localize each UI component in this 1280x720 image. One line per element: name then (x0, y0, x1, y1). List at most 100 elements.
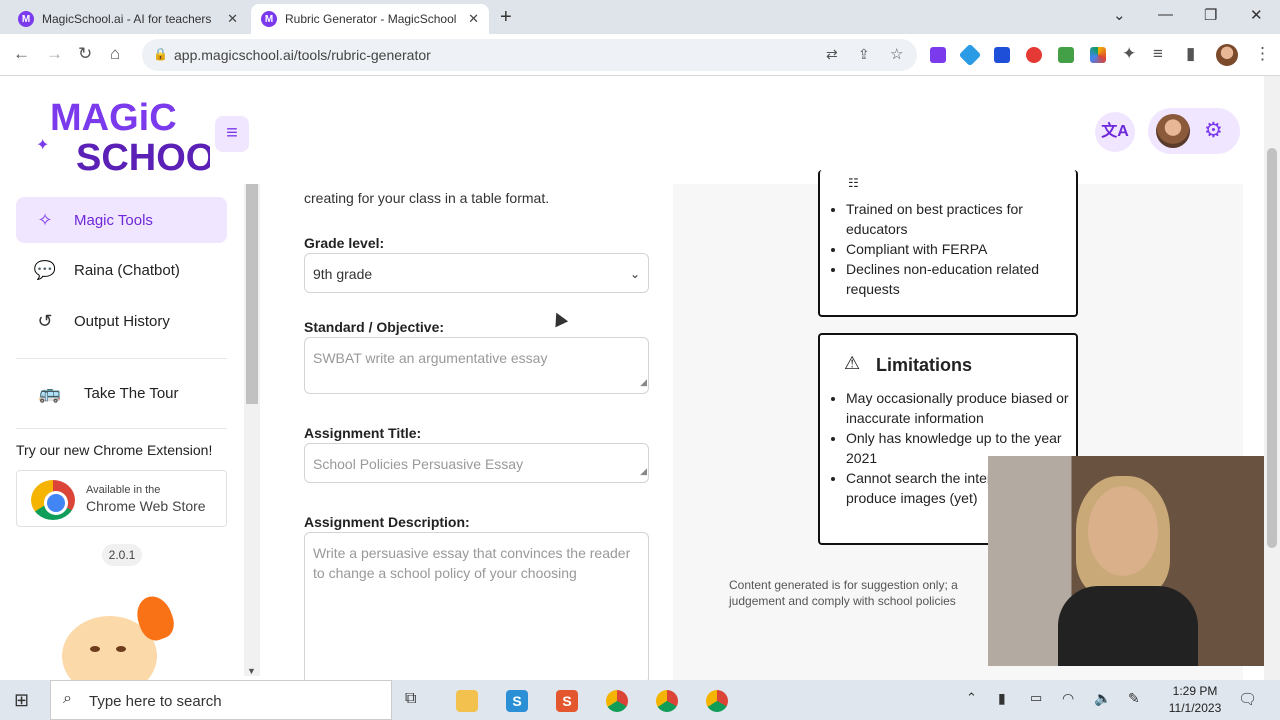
extensions-puzzle-icon[interactable]: ✦ (1122, 44, 1136, 64)
gear-icon[interactable]: ⚙ (1204, 118, 1223, 143)
wifi-icon[interactable]: ◠ (1062, 690, 1074, 707)
sidebar-scrollbar-thumb[interactable] (246, 184, 258, 404)
restore-window-button[interactable]: ❐ (1204, 6, 1217, 24)
extension-green-icon[interactable] (1058, 47, 1074, 63)
extension-prompt: Try our new Chrome Extension! (16, 442, 213, 458)
sparkles-icon: ✧ (37, 209, 53, 230)
page-scrollbar[interactable] (1264, 76, 1280, 680)
extension-red-icon[interactable] (1026, 47, 1042, 63)
sidebar-scrollbar[interactable]: ▼ (244, 184, 260, 676)
scroll-down-icon[interactable]: ▼ (247, 666, 256, 676)
resize-handle-icon[interactable]: ◢ (640, 461, 647, 481)
new-tab-button[interactable]: + (500, 6, 512, 29)
logo-line2: SCHOOL (76, 137, 210, 176)
pen-icon[interactable]: ✎ (1128, 690, 1140, 707)
windows-start-icon[interactable]: ⊞ (14, 690, 29, 711)
hamburger-icon: ≡ (226, 122, 238, 144)
close-window-button[interactable]: ✕ (1250, 6, 1263, 24)
windows-taskbar: ⊞ ⌕ Type here to search ⧉ S S ⌃ ▮ ▭ ◠ 🔈 … (0, 680, 1280, 720)
assignment-title-label: Assignment Title: (304, 425, 422, 441)
minimize-window-button[interactable]: — (1158, 6, 1173, 23)
profile-avatar[interactable] (1216, 44, 1238, 66)
user-menu[interactable]: ⚙ (1148, 108, 1240, 154)
sidebar-item-magic-tools[interactable]: ✧ Magic Tools (16, 197, 227, 243)
clock-date: 11/1/2023 (1168, 701, 1222, 715)
disclaimer-text: Content generated is for suggestion only… (729, 577, 1029, 609)
home-icon[interactable]: ⌂ (110, 44, 120, 64)
forward-icon[interactable]: → (46, 44, 63, 64)
mascot-illustration (50, 596, 190, 680)
translate-icon: 文A (1101, 123, 1129, 140)
sidebar-divider (16, 358, 227, 359)
standard-objective-input[interactable]: SWBAT write an argumentative essay ◢ (304, 337, 649, 394)
reading-list-icon[interactable]: ≡ (1153, 44, 1163, 64)
translate-button[interactable]: 文A (1095, 112, 1135, 152)
side-panel-icon[interactable]: ▮ (1186, 44, 1195, 64)
standard-objective-placeholder: SWBAT write an argumentative essay (313, 350, 548, 366)
hamburger-menu-button[interactable]: ≡ (215, 116, 249, 152)
address-bar[interactable]: 🔒 app.magicschool.ai/tools/rubric-genera… (142, 39, 917, 71)
system-clock[interactable]: 1:29 PM 11/1/2023 (1160, 683, 1230, 717)
grade-level-select[interactable]: 9th grade ⌄ (304, 253, 649, 293)
url-text[interactable]: app.magicschool.ai/tools/rubric-generato… (174, 47, 431, 63)
assignment-description-placeholder: Write a persuasive essay that convinces … (313, 545, 631, 581)
snagit-blue-icon[interactable]: S (506, 690, 528, 712)
browser-address-row: ← → ↻ ⌂ 🔒 app.magicschool.ai/tools/rubri… (0, 34, 1280, 76)
grade-level-label: Grade level: (304, 235, 385, 251)
version-badge: 2.0.1 (102, 544, 142, 566)
extension-diamond-icon[interactable] (958, 43, 982, 67)
browser-menu-icon[interactable]: ⋮ (1254, 44, 1271, 64)
notifications-icon[interactable]: 🗨 (1238, 690, 1257, 708)
warning-icon: ⚠ (844, 353, 861, 373)
assignment-title-placeholder: School Policies Persuasive Essay (313, 456, 524, 472)
show-hidden-icons-icon[interactable]: ⌃ (966, 690, 977, 706)
sidebar-item-label: Raina (Chatbot) (74, 261, 180, 279)
page-scrollbar-thumb[interactable] (1267, 148, 1277, 548)
close-tab-icon[interactable]: ✕ (227, 11, 238, 27)
task-view-icon[interactable]: ⧉ (405, 690, 416, 708)
browser-tab-magicschool[interactable]: M MagicSchool.ai - AI for teachers ✕ (8, 4, 248, 34)
browser-tab-rubric-generator[interactable]: M Rubric Generator - MagicSchool ✕ (251, 4, 489, 34)
reload-icon[interactable]: ↻ (78, 44, 92, 64)
chrome-taskbar-icon[interactable] (606, 690, 628, 712)
limitation-item: May occasionally produce biased or inacc… (846, 388, 1076, 428)
sidebar-item-output-history[interactable]: ↺ Output History (16, 298, 227, 344)
extension-colorful-icon[interactable] (1090, 47, 1106, 63)
file-explorer-icon[interactable] (456, 690, 478, 712)
benefit-item: Trained on best practices for educators (846, 199, 1076, 239)
extension-blue-icon[interactable] (994, 47, 1010, 63)
resize-handle-icon[interactable]: ◢ (640, 372, 647, 392)
tab-title: Rubric Generator - MagicSchool (285, 12, 457, 26)
share-icon[interactable]: ⇪ (858, 46, 870, 63)
translate-page-icon[interactable]: ⇄ (826, 46, 838, 63)
tool-description: creating for your class in a table forma… (304, 190, 550, 206)
magicschool-logo[interactable]: MAGiC SCHOOL ✦ (34, 94, 239, 179)
battery-icon[interactable]: ▭ (1030, 690, 1042, 706)
clock-time: 1:29 PM (1172, 684, 1218, 698)
assignment-title-input[interactable]: School Policies Persuasive Essay ◢ (304, 443, 649, 483)
chrome-taskbar-icon[interactable] (706, 690, 728, 712)
snagit-orange-icon[interactable]: S (556, 690, 578, 712)
back-icon[interactable]: ← (13, 44, 30, 64)
sidebar-item-raina-chatbot[interactable]: 💬 Raina (Chatbot) (16, 247, 227, 293)
microphone-icon[interactable]: ▮ (998, 690, 1006, 707)
disclaimer-line: Content generated is for suggestion only… (729, 578, 958, 592)
avatar[interactable] (1156, 114, 1190, 148)
taskbar-search-box[interactable]: ⌕ Type here to search (50, 680, 392, 720)
assignment-description-input[interactable]: Write a persuasive essay that convinces … (304, 532, 649, 684)
sidebar-item-label: Output History (74, 312, 170, 330)
chrome-taskbar-icon[interactable] (656, 690, 678, 712)
sidebar-item-take-the-tour[interactable]: 🚌 Take The Tour (16, 370, 216, 416)
chrome-web-store-badge[interactable]: Available in the Chrome Web Store (16, 470, 227, 527)
magicschool-favicon-icon: M (261, 11, 277, 27)
store-badge-line2: Chrome Web Store (86, 498, 206, 514)
standard-objective-label: Standard / Objective: (304, 319, 445, 335)
volume-icon[interactable]: 🔈 (1094, 690, 1111, 707)
extension-magicschool-icon[interactable] (930, 47, 946, 63)
grade-level-value: 9th grade (313, 266, 373, 282)
lock-icon[interactable]: 🔒 (153, 47, 168, 61)
webcam-overlay (988, 456, 1266, 666)
bookmark-star-icon[interactable]: ☆ (890, 45, 903, 63)
close-tab-icon[interactable]: ✕ (468, 11, 479, 27)
tab-search-icon[interactable]: ⌄ (1113, 6, 1126, 24)
